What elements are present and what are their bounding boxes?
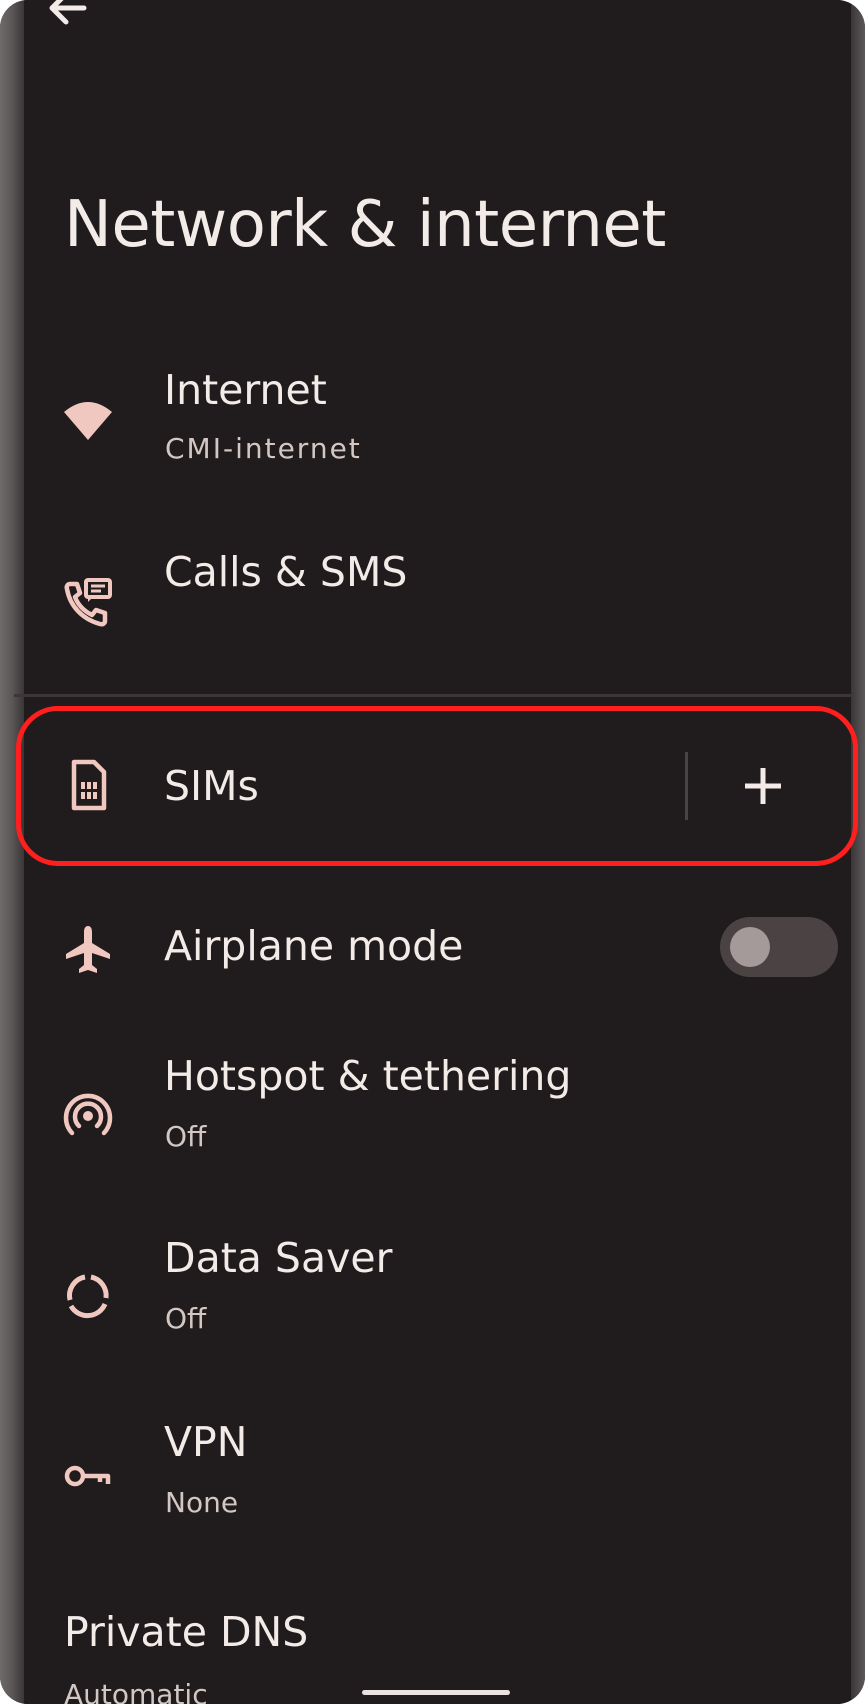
setting-item-subtitle: Off bbox=[165, 1302, 207, 1335]
wifi-icon bbox=[60, 390, 116, 446]
back-button[interactable] bbox=[44, 0, 90, 28]
setting-item-private-dns-subtitle: Automatic bbox=[64, 1678, 208, 1704]
page-title: Network & internet bbox=[64, 188, 666, 262]
hotspot-icon bbox=[60, 1086, 116, 1142]
add-sim-button[interactable] bbox=[730, 750, 796, 822]
airplane-mode-toggle[interactable] bbox=[720, 917, 838, 977]
plus-icon bbox=[745, 768, 781, 804]
key-icon bbox=[60, 1448, 116, 1504]
setting-item-title: Data Saver bbox=[164, 1234, 393, 1282]
setting-item-title: Internet bbox=[164, 366, 327, 414]
setting-item-subtitle: Off bbox=[165, 1120, 207, 1153]
setting-item-calls-sms[interactable]: Calls & SMS bbox=[24, 540, 851, 650]
phone-bezel-right bbox=[851, 0, 865, 1704]
setting-item-sims[interactable]: SIMs bbox=[24, 730, 851, 842]
setting-item-title: VPN bbox=[164, 1418, 248, 1466]
sims-action-separator bbox=[685, 752, 688, 820]
setting-item-hotspot[interactable]: Hotspot & tethering Off bbox=[24, 1050, 851, 1170]
phone-frame: Network & internet Internet CMI-internet… bbox=[0, 0, 865, 1704]
phone-bezel-left bbox=[0, 0, 24, 1704]
sim-card-icon bbox=[60, 758, 116, 814]
setting-item-private-dns-title[interactable]: Private DNS bbox=[64, 1608, 308, 1656]
back-arrow-icon bbox=[49, 0, 87, 25]
setting-item-internet[interactable]: Internet CMI-internet bbox=[24, 360, 851, 480]
data-saver-icon bbox=[60, 1268, 116, 1324]
setting-item-subtitle: None bbox=[165, 1486, 239, 1519]
toggle-knob bbox=[730, 927, 770, 967]
phone-message-icon bbox=[60, 576, 116, 632]
setting-item-title: Airplane mode bbox=[164, 922, 464, 970]
setting-item-vpn[interactable]: VPN None bbox=[24, 1416, 851, 1536]
airplane-icon bbox=[60, 922, 116, 978]
setting-item-title: SIMs bbox=[164, 762, 259, 810]
gesture-nav-bar[interactable] bbox=[362, 1690, 510, 1695]
setting-item-data-saver[interactable]: Data Saver Off bbox=[24, 1232, 851, 1352]
setting-item-title: Hotspot & tethering bbox=[164, 1052, 572, 1100]
setting-item-title: Calls & SMS bbox=[164, 548, 408, 596]
section-divider bbox=[14, 694, 851, 697]
setting-item-subtitle: CMI-internet bbox=[165, 432, 362, 465]
